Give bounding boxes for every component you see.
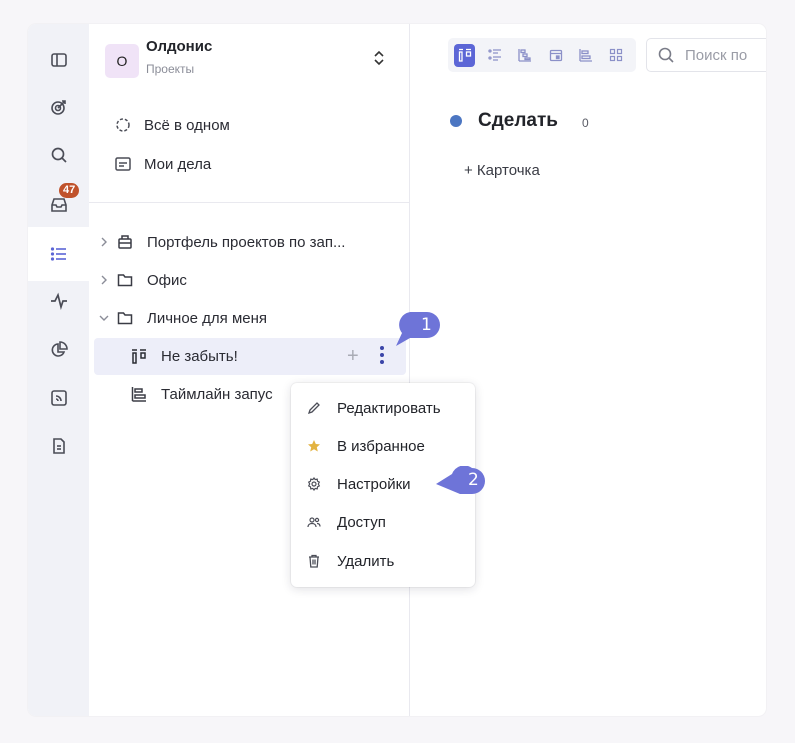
main-board: Поиск по Сделать 0 + Карточка (410, 24, 766, 716)
menu-item-label: Настройки (337, 475, 411, 493)
menu-item-label: Редактировать (337, 399, 441, 417)
inbox-badge: 47 (59, 183, 80, 198)
menu-item-label: В избранное (337, 437, 425, 455)
pencil-icon (307, 402, 320, 415)
star-icon (308, 440, 320, 452)
menu-item-label: Удалить (337, 552, 395, 570)
tree-item-timeline[interactable]: Таймлайн запус (131, 382, 273, 406)
gantt-view-icon[interactable] (515, 44, 536, 67)
workspace-name[interactable]: Олдонис (146, 38, 212, 55)
project-sidebar: О Олдонис Проекты Всё в одном Мои дела П… (89, 24, 410, 716)
search-icon (658, 47, 674, 63)
my-tasks-icon (115, 157, 131, 171)
timeline-view-icon[interactable] (575, 44, 596, 67)
projects-list-icon[interactable] (28, 227, 89, 281)
timeline-icon (131, 387, 146, 402)
tree-item-label: Не забыть! (161, 347, 238, 365)
menu-item-settings[interactable]: Настройки (307, 473, 411, 495)
board-icon (132, 349, 146, 364)
view-switcher (448, 38, 636, 72)
grid-view-icon[interactable] (606, 44, 627, 67)
feed-icon[interactable] (28, 379, 89, 417)
workspace-avatar[interactable]: О (105, 44, 139, 78)
search-icon[interactable] (28, 136, 89, 174)
workspace-switch-icon[interactable] (373, 50, 385, 66)
tree-item-label: Офис (147, 271, 187, 289)
reports-pie-icon[interactable] (28, 331, 89, 369)
tree-item-portfolio[interactable]: Портфель проектов по зап... (99, 230, 345, 254)
users-icon (307, 517, 321, 528)
callout-1-number: 1 (421, 315, 432, 335)
inbox-icon[interactable]: 47 (28, 183, 89, 224)
activity-icon[interactable] (28, 282, 89, 320)
add-child-button[interactable]: + (347, 346, 359, 366)
board-view-icon[interactable] (454, 43, 476, 67)
nav-all-in-one[interactable]: Всё в одном (114, 114, 230, 136)
tree-item-office[interactable]: Офис (99, 268, 187, 292)
tree-item-dont-forget[interactable]: Не забыть! (131, 344, 238, 368)
tree-item-label: Портфель проектов по зап... (147, 233, 346, 251)
calendar-view-icon[interactable] (545, 44, 566, 67)
portfolio-icon (118, 235, 132, 249)
tree-item-label: Таймлайн запус (161, 385, 273, 403)
icon-rail: 47 (28, 24, 89, 716)
menu-item-favorite[interactable]: В избранное (307, 435, 425, 457)
nav-all-in-one-label: Всё в одном (144, 116, 230, 134)
search-field[interactable]: Поиск по (646, 38, 766, 72)
menu-item-access[interactable]: Доступ (307, 511, 386, 533)
tree-item-label: Личное для меня (147, 309, 268, 327)
column-status-dot (450, 115, 462, 127)
trash-icon (309, 554, 319, 568)
nav-my-tasks[interactable]: Мои дела (114, 153, 211, 175)
gear-icon (307, 477, 321, 491)
menu-item-label: Доступ (337, 513, 386, 531)
callout-1: 1 (396, 311, 444, 346)
menu-item-delete[interactable]: Удалить (307, 550, 394, 572)
more-options-icon[interactable] (379, 345, 385, 365)
document-icon[interactable] (28, 427, 89, 465)
tree-item-personal[interactable]: Личное для меня (99, 306, 267, 330)
folder-icon (117, 274, 133, 287)
menu-item-edit[interactable]: Редактировать (307, 397, 441, 419)
app-window: 47 О Олдонис Проекты Всё в одном Мои дел… (28, 24, 766, 716)
callout-2-number: 2 (468, 470, 479, 490)
search-placeholder: Поиск по (685, 46, 748, 64)
callout-2: 2 (436, 465, 486, 496)
chevron-right-icon[interactable] (99, 237, 109, 247)
chevron-down-icon[interactable] (99, 313, 109, 323)
column-title[interactable]: Сделать (478, 110, 558, 132)
all-in-one-icon (116, 118, 130, 132)
workspace-subtitle: Проекты (146, 62, 195, 76)
goals-icon[interactable] (28, 88, 89, 126)
list-view-icon[interactable] (484, 44, 505, 67)
sidebar-toggle-icon[interactable] (28, 41, 89, 79)
sidebar-divider (89, 202, 410, 203)
nav-my-tasks-label: Мои дела (144, 155, 212, 173)
column-count: 0 (582, 116, 589, 130)
folder-icon (117, 312, 133, 325)
chevron-right-icon[interactable] (99, 275, 109, 285)
add-card-button[interactable]: + Карточка (464, 162, 540, 179)
